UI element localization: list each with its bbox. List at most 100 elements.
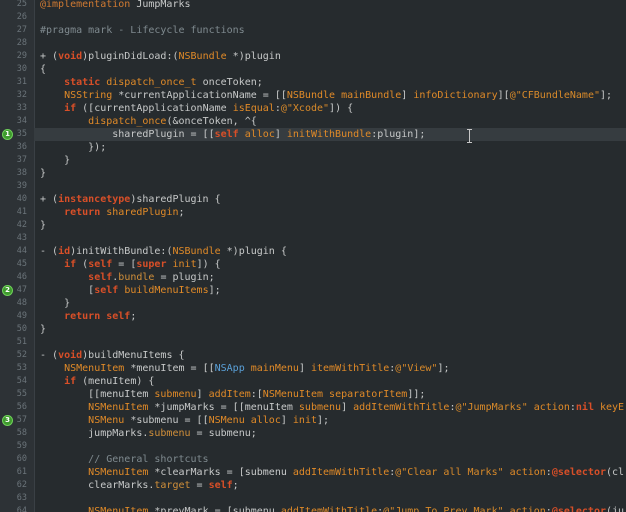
code-token: alloc — [244, 129, 275, 140]
code-line[interactable] — [34, 180, 626, 193]
code-line[interactable]: } — [34, 167, 626, 180]
code-line[interactable]: // General shortcuts — [34, 453, 626, 466]
line-number: 55 — [16, 389, 27, 399]
code-line[interactable]: clearMarks.target = self; — [34, 479, 626, 492]
code-line[interactable] — [34, 336, 626, 349]
code-line[interactable]: NSMenuItem *menuItem = [[NSApp mainMenu]… — [34, 362, 626, 375]
code-line[interactable] — [34, 37, 626, 50]
code-line[interactable]: if ([currentApplicationName isEqual:@"Xc… — [34, 102, 626, 115]
code-token: JumpMarks — [130, 0, 191, 10]
code-line[interactable] — [34, 440, 626, 453]
code-token: initWithBundle — [286, 129, 372, 140]
code-token: :plugin]; — [371, 129, 426, 140]
code-line[interactable]: NSMenuItem *prevMark = [submenu addItemW… — [34, 505, 626, 512]
code-token: ]) { — [196, 259, 221, 270]
code-token: addItem — [208, 389, 251, 400]
code-token: ]; — [600, 90, 613, 101]
code-line[interactable] — [34, 11, 626, 24]
code-token: } — [40, 168, 47, 179]
code-line[interactable]: #pragma mark - Lifecycle functions — [34, 24, 626, 37]
code-token: } — [40, 220, 47, 231]
code-line[interactable]: } — [34, 297, 626, 310]
line-number: 54 — [16, 376, 27, 386]
code-line-text: + (instancetype)sharedPlugin { — [40, 193, 221, 206]
code-line[interactable] — [34, 232, 626, 245]
code-line[interactable]: + (instancetype)sharedPlugin { — [34, 193, 626, 206]
code-line-text: #pragma mark - Lifecycle functions — [40, 24, 245, 37]
code-token: }); — [40, 142, 107, 153]
code-line-text: } — [40, 297, 70, 310]
code-token: submenu — [148, 428, 191, 439]
code-token: if — [64, 103, 77, 114]
code-token: )initWithBundle:( — [70, 246, 173, 257]
code-token: buildMenuItems — [124, 285, 209, 296]
code-token: ][ — [497, 90, 510, 101]
code-token: instancetype — [58, 194, 131, 205]
code-line[interactable]: [self buildMenuItems]; — [34, 284, 626, 297]
line-number: 34 — [16, 116, 27, 126]
code-line[interactable]: } — [34, 219, 626, 232]
code-line[interactable]: return sharedPlugin; — [34, 206, 626, 219]
code-line[interactable]: static dispatch_once_t onceToken; — [34, 76, 626, 89]
code-token: action — [509, 467, 546, 478]
code-line[interactable]: NSString *currentApplicationName = [[NSB… — [34, 89, 626, 102]
code-line[interactable]: } — [34, 154, 626, 167]
code-line[interactable]: NSMenu *submenu = [[NSMenu alloc] init]; — [34, 414, 626, 427]
code-token: @"Jump To Prev Mark" — [383, 506, 504, 512]
code-token: = submenu; — [190, 428, 257, 439]
code-line[interactable]: jumpMarks.submenu = submenu; — [34, 427, 626, 440]
code-line[interactable]: @implementation JumpMarks — [34, 0, 626, 11]
line-number: 57 — [16, 415, 27, 425]
code-line[interactable]: if (self = [super init]) { — [34, 258, 626, 271]
code-line-text: if ([currentApplicationName isEqual:@"Xc… — [40, 102, 353, 115]
code-token: NSMenuItem — [88, 402, 149, 413]
code-token: self — [208, 480, 233, 491]
code-line-text: clearMarks.target = self; — [40, 479, 239, 492]
code-token: ; — [232, 480, 239, 491]
code-line-current[interactable]: sharedPlugin = [[self alloc] initWithBun… — [34, 128, 626, 141]
code-token: if — [64, 259, 77, 270]
line-number: 39 — [16, 181, 27, 191]
code-token: // General shortcuts — [88, 454, 209, 465]
code-token: nil — [575, 402, 594, 413]
code-token: self — [94, 285, 119, 296]
code-line[interactable]: NSMenuItem *clearMarks = [submenu addIte… — [34, 466, 626, 479]
line-number: 41 — [16, 207, 27, 217]
line-number: 33 — [16, 103, 27, 113]
code-line[interactable]: + (void)pluginDidLoad:(NSBundle *)plugin — [34, 50, 626, 63]
code-editor[interactable]: 123 25 26 27 28 29 30 31 32 33 34 35 36 37 38 39 40 41 42… — [0, 0, 626, 512]
code-token: sharedPlugin — [106, 207, 179, 218]
code-token: if — [64, 376, 77, 387]
code-line[interactable] — [34, 492, 626, 505]
code-token: mainMenu — [250, 363, 299, 374]
code-line[interactable]: - (id)initWithBundle:(NSBundle *)plugin … — [34, 245, 626, 258]
line-number: 36 — [16, 142, 27, 152]
code-token: [[menuItem — [40, 389, 155, 400]
code-line[interactable]: self.bundle = plugin; — [34, 271, 626, 284]
code-token: *jumpMarks = [[menuItem — [148, 402, 299, 413]
code-line[interactable]: NSMenuItem *jumpMarks = [[menuItem subme… — [34, 401, 626, 414]
code-token: keyE — [600, 402, 625, 413]
code-line[interactable]: }); — [34, 141, 626, 154]
code-line[interactable]: - (void)buildMenuItems { — [34, 349, 626, 362]
code-text-area[interactable]: @implementation JumpMarks #pragma mark - … — [34, 0, 626, 512]
code-token: NSMenu — [88, 415, 125, 426]
code-token: NSBundle — [172, 246, 221, 257]
code-line[interactable]: } — [34, 323, 626, 336]
code-line[interactable]: return self; — [34, 310, 626, 323]
code-line[interactable]: if (menuItem) { — [34, 375, 626, 388]
code-token: addItemWithTitle — [292, 467, 390, 478]
code-token: - ( — [40, 350, 59, 361]
line-number: 40 — [16, 194, 27, 204]
code-token: separatorItem — [329, 389, 408, 400]
code-token: sharedPlugin = [[ — [40, 129, 215, 140]
code-line[interactable]: [[menuItem submenu] addItem:[NSMenuItem … — [34, 388, 626, 401]
code-token: NSMenuItem — [64, 363, 125, 374]
code-line[interactable]: { — [34, 63, 626, 76]
code-line[interactable]: dispatch_once(&onceToken, ^{ — [34, 115, 626, 128]
